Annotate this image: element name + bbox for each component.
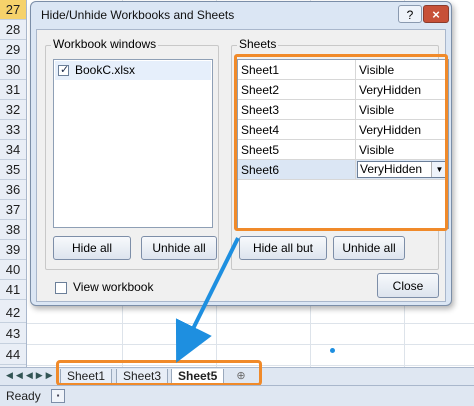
row-header[interactable]: 43: [0, 324, 26, 344]
status-text: Ready: [6, 389, 41, 403]
sheets-label: Sheets: [237, 37, 279, 51]
row-header[interactable]: 39: [0, 240, 26, 260]
row-header[interactable]: 35: [0, 160, 26, 180]
dialog-close-icon[interactable]: ×: [423, 5, 449, 23]
row-header[interactable]: 27: [0, 0, 26, 20]
status-bar: Ready ▪: [0, 385, 474, 406]
workbook-checkbox[interactable]: ✓: [58, 64, 70, 76]
tabs-highlight-outline: [56, 360, 262, 386]
row-header[interactable]: 37: [0, 200, 26, 220]
row-header[interactable]: 42: [0, 303, 26, 323]
hide-all-button[interactable]: Hide all: [53, 236, 131, 260]
gridline: [27, 344, 474, 345]
view-workbook-checkbox[interactable]: [55, 282, 67, 294]
row-header[interactable]: 33: [0, 120, 26, 140]
workbook-list[interactable]: ✓ BookC.xlsx: [53, 59, 213, 228]
dialog-client-area: Workbook windows ✓ BookC.xlsx Hide all U…: [36, 29, 449, 302]
row-header[interactable]: 30: [0, 60, 26, 80]
row-header[interactable]: 44: [0, 345, 26, 365]
close-button[interactable]: Close: [377, 273, 439, 298]
row-header[interactable]: 34: [0, 140, 26, 160]
row-header[interactable]: 36: [0, 180, 26, 200]
row-header[interactable]: 29: [0, 40, 26, 60]
hide-all-but-button[interactable]: Hide all but: [239, 236, 327, 260]
workbook-windows-label: Workbook windows: [51, 37, 159, 51]
blue-dot-marker: [330, 348, 335, 353]
hide-unhide-dialog: Hide/Unhide Workbooks and Sheets ? × Wor…: [30, 1, 452, 306]
row-header[interactable]: 41: [0, 280, 26, 300]
row-headers: 27 28 29 30 31 32 33 34 35 36 37 38 39 4…: [0, 0, 27, 367]
unhide-all-sheets-button[interactable]: Unhide all: [333, 236, 405, 260]
help-button[interactable]: ?: [398, 5, 422, 23]
gridline: [27, 323, 474, 324]
list-item[interactable]: ✓ BookC.xlsx: [55, 61, 211, 80]
sheets-highlight-outline: [234, 54, 448, 231]
row-header[interactable]: 28: [0, 20, 26, 40]
row-header[interactable]: 38: [0, 220, 26, 240]
tab-scroll-arrows-icon[interactable]: ◀◀◀▶▶: [6, 370, 56, 381]
row-header[interactable]: 40: [0, 260, 26, 280]
macro-record-icon[interactable]: ▪: [51, 389, 65, 403]
row-header[interactable]: 31: [0, 80, 26, 100]
dialog-title: Hide/Unhide Workbooks and Sheets: [41, 8, 235, 22]
view-workbook-label: View workbook: [73, 280, 154, 294]
row-header[interactable]: 32: [0, 100, 26, 120]
unhide-all-button[interactable]: Unhide all: [141, 236, 217, 260]
workbook-name: BookC.xlsx: [75, 63, 136, 77]
checkmark-icon: ✓: [60, 64, 70, 76]
